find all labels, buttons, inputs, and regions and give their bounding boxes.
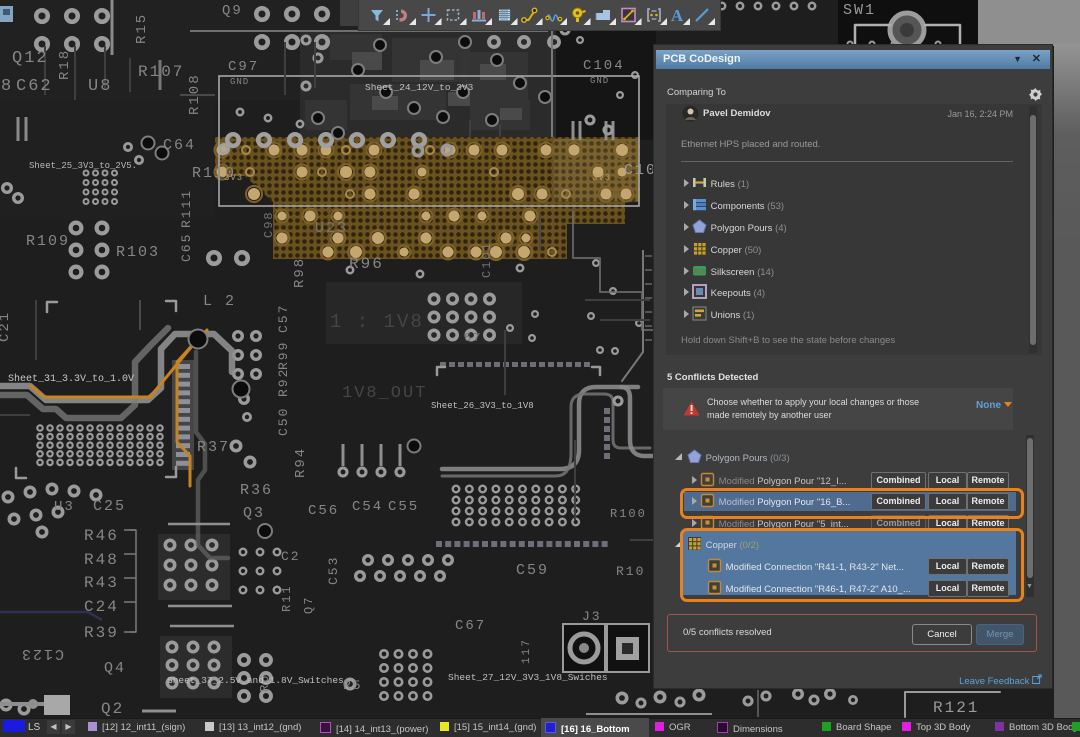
svg-text:R36: R36 [240,482,273,499]
svg-text:R100: R100 [610,507,647,521]
svg-text:C65: C65 [179,233,194,262]
svg-text:C62: C62 [16,77,53,96]
svg-text:C56: C56 [308,503,339,519]
svg-text:R92: R92 [276,368,291,397]
svg-text:C67: C67 [455,618,486,634]
svg-text:C53: C53 [326,556,341,585]
svg-text:R48: R48 [84,551,119,569]
svg-text:R39: R39 [84,624,119,642]
svg-text:C54: C54 [352,499,383,515]
svg-text:C101: C101 [480,241,494,278]
svg-text:C50: C50 [276,407,291,436]
svg-text:L 2: L 2 [203,293,236,310]
svg-text:1V8_OUT: 1V8_OUT [342,384,427,403]
svg-text:Sheet_24_12V_to_3V3: Sheet_24_12V_to_3V3 [365,82,474,93]
svg-text:R94: R94 [293,447,309,478]
svg-text:Sheet_27_12V_3V3_1V8_Swiches: Sheet_27_12V_3V3_1V8_Swiches [448,672,608,683]
svg-text:8: 8 [1,77,13,96]
svg-text:C2: C2 [281,549,301,564]
svg-text:R5: R5 [343,678,363,693]
svg-text:C104: C104 [583,58,625,74]
svg-text:J3: J3 [582,609,602,624]
svg-text:R18: R18 [57,49,73,80]
svg-text:C123: C123 [20,645,64,662]
svg-text:R111: R111 [179,189,194,228]
svg-text:Q2: Q2 [101,700,124,718]
svg-text:67: 67 [464,331,482,345]
svg-text:R23: R23 [694,270,706,276]
svg-text:Sheet_31_3.3V_to_1.0V: Sheet_31_3.3V_to_1.0V [8,373,134,385]
svg-text:1 : 1V8: 1 : 1V8 [330,311,424,333]
svg-text:GND: GND [230,77,249,87]
svg-text:R99: R99 [276,341,291,370]
svg-text:Q3: Q3 [243,505,265,522]
svg-text:R43: R43 [84,574,119,592]
svg-text:Sheet_37_2.5V_and_1.8V_Switche: Sheet_37_2.5V_and_1.8V_Switches [167,675,344,686]
svg-text:U23: U23 [315,220,348,237]
svg-text:117: 117 [521,638,533,664]
svg-text:R10: R10 [616,564,645,579]
svg-text:C21: C21 [0,311,13,342]
svg-text:R109: R109 [26,233,70,250]
svg-text:C98: C98 [262,210,276,238]
svg-text:SW1: SW1 [843,2,876,19]
svg-text:R103: R103 [116,244,160,261]
svg-text:Q9: Q9 [222,3,243,19]
svg-text:Q7: Q7 [302,596,316,614]
svg-text:R15: R15 [134,13,150,44]
svg-text:C57: C57 [276,304,291,333]
svg-text:Sheet_25_3V3_to_2V5.: Sheet_25_3V3_to_2V5. [29,161,137,171]
svg-text:R107: R107 [138,63,184,81]
svg-text:C55: C55 [388,499,419,515]
svg-text:3V3: 3V3 [592,173,611,183]
svg-text:C25: C25 [93,498,126,515]
svg-text:R98: R98 [292,257,308,288]
svg-text:R11: R11 [280,584,294,612]
svg-text:A: A [671,6,684,25]
svg-text:Q12: Q12 [12,49,49,68]
svg-text:C64: C64 [163,137,196,154]
svg-text:R96: R96 [349,255,384,273]
svg-text:R46: R46 [84,527,119,545]
svg-text:3V3: 3V3 [224,173,243,183]
svg-text:GND: GND [590,76,609,86]
svg-text:Q4: Q4 [104,660,126,677]
svg-text:R121: R121 [933,699,979,717]
svg-text:C59: C59 [516,562,549,579]
svg-text:R108: R108 [187,73,203,115]
svg-text:Sheet_26_3V3_to_1V8: Sheet_26_3V3_to_1V8 [431,401,534,411]
svg-text:C24: C24 [84,598,119,616]
svg-text:U8: U8 [88,77,112,96]
svg-text:U3: U3 [54,499,75,515]
svg-text:C97: C97 [228,59,259,75]
svg-text:R37: R37 [197,439,230,456]
